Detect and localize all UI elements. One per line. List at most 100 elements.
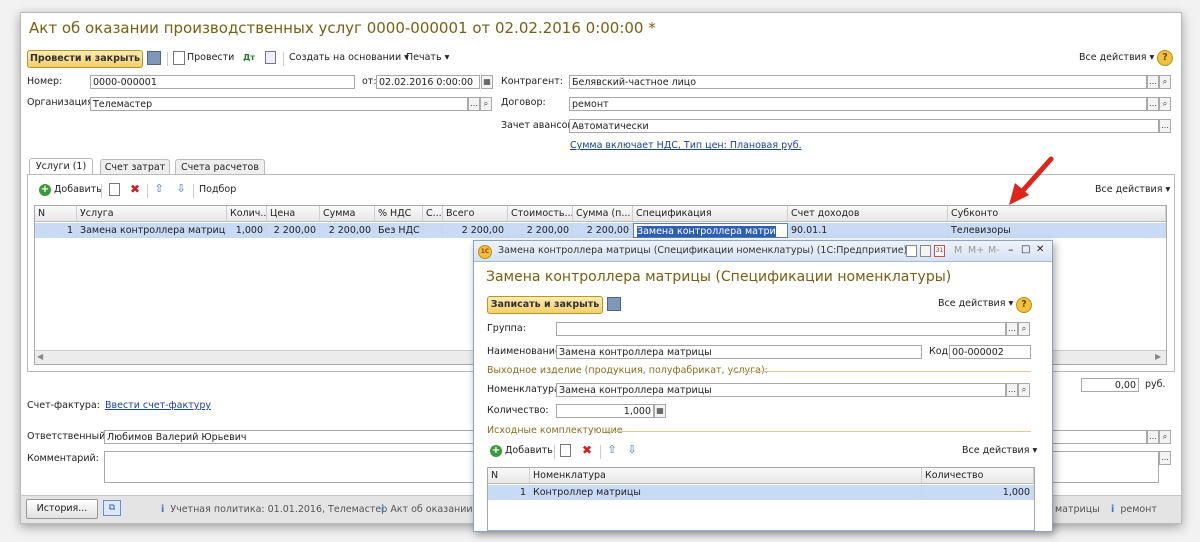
- nomenclature-open-icon[interactable]: ⌕: [1018, 383, 1030, 397]
- add-icon[interactable]: +: [490, 445, 502, 457]
- grid-toolbar-separator: [554, 445, 555, 459]
- create-based-on-menu[interactable]: Создать на основании ▾: [289, 50, 409, 66]
- column-header[interactable]: Субконто: [948, 206, 1166, 222]
- calculator-button-icon[interactable]: ▦: [654, 404, 666, 418]
- windows-icon[interactable]: ⧉: [103, 500, 121, 516]
- report-icon[interactable]: [265, 51, 276, 64]
- post-document-icon[interactable]: [173, 51, 185, 65]
- counterparty-field[interactable]: Белявский-частное лицо: [569, 75, 1147, 89]
- counterparty-open-icon[interactable]: ⌕: [1159, 75, 1171, 89]
- counterparty-label: Контрагент:: [501, 76, 563, 87]
- group-open-icon[interactable]: ⌕: [1018, 322, 1030, 336]
- table-row[interactable]: 1 Контроллер матрицы 1,000: [488, 485, 1034, 500]
- column-header[interactable]: Всего: [443, 206, 508, 222]
- tab-settlement-accounts[interactable]: Счета расчетов: [175, 159, 265, 175]
- responsible-open-icon[interactable]: ⌕: [1159, 430, 1171, 444]
- contract-field[interactable]: ремонт: [569, 97, 1147, 111]
- contract-select-icon[interactable]: …: [1147, 97, 1159, 111]
- help-icon[interactable]: ?: [1157, 50, 1173, 66]
- maximize-icon[interactable]: □: [1021, 242, 1030, 258]
- scroll-right-icon[interactable]: ▶: [1155, 352, 1161, 361]
- column-header[interactable]: Услуга: [77, 206, 227, 222]
- column-header[interactable]: N: [35, 206, 77, 222]
- memory-button[interactable]: M: [954, 243, 962, 259]
- minimize-icon[interactable]: –: [1008, 242, 1014, 258]
- column-header[interactable]: Цена: [267, 206, 320, 222]
- column-header[interactable]: Счет доходов: [788, 206, 948, 222]
- calendar-icon[interactable]: ▦: [481, 75, 493, 89]
- add-row-button[interactable]: Добавить: [54, 182, 102, 198]
- tab-cost-account[interactable]: Счет затрат: [100, 159, 170, 175]
- group-field[interactable]: [556, 322, 1006, 336]
- column-header[interactable]: Стоимость...: [508, 206, 573, 222]
- post-and-close-button[interactable]: Провести и закрыть: [27, 50, 143, 68]
- move-up-icon[interactable]: ⇧: [606, 442, 618, 458]
- column-header[interactable]: % НДС: [375, 206, 423, 222]
- dialog-grid-all-actions-menu[interactable]: Все действия ▾: [962, 443, 1037, 459]
- quantity-field[interactable]: 1,000: [556, 404, 654, 418]
- vat-settings-link[interactable]: Сумма включает НДС, Тип цен: Плановая ру…: [570, 138, 802, 154]
- post-button[interactable]: Провести: [187, 50, 234, 66]
- save-icon[interactable]: [147, 51, 161, 65]
- grid-all-actions-menu[interactable]: Все действия ▾: [1095, 182, 1170, 198]
- code-field[interactable]: 00-000002: [949, 345, 1031, 359]
- dialog-all-actions-menu[interactable]: Все действия ▾: [938, 296, 1013, 312]
- favorites-icon[interactable]: [906, 245, 917, 257]
- number-field[interactable]: 0000-000001: [90, 75, 355, 89]
- organization-field[interactable]: Телемастер: [90, 97, 468, 111]
- nomenclature-field[interactable]: Замена контроллера матрицы: [556, 383, 1006, 397]
- delete-row-icon[interactable]: ✖: [581, 442, 593, 458]
- move-down-icon[interactable]: ⇩: [175, 181, 187, 197]
- column-header[interactable]: N: [488, 468, 530, 484]
- organization-open-icon[interactable]: ⌕: [480, 97, 492, 111]
- organization-select-icon[interactable]: …: [468, 97, 480, 111]
- all-actions-menu[interactable]: Все действия ▾: [1079, 50, 1154, 66]
- save-icon[interactable]: [607, 297, 621, 311]
- counterparty-select-icon[interactable]: …: [1147, 75, 1159, 89]
- column-header[interactable]: Колич...: [227, 206, 267, 222]
- copy-row-icon[interactable]: [560, 444, 571, 457]
- column-header[interactable]: Сумма (п...: [573, 206, 633, 222]
- memory-plus-button[interactable]: M+: [968, 243, 984, 259]
- column-header[interactable]: Сумма: [320, 206, 375, 222]
- add-icon[interactable]: +: [39, 184, 51, 196]
- help-icon[interactable]: ?: [1016, 297, 1032, 313]
- calculator-icon[interactable]: [920, 245, 931, 257]
- advance-offset-select-icon[interactable]: …: [1159, 119, 1171, 133]
- contract-open-icon[interactable]: ⌕: [1159, 97, 1171, 111]
- move-down-icon[interactable]: ⇩: [626, 442, 638, 458]
- column-header[interactable]: Спецификация: [633, 206, 788, 222]
- save-and-close-button[interactable]: Записать и закрыть: [487, 296, 603, 314]
- table-row[interactable]: 1 Замена контроллера матрицы 1,000 2 200…: [35, 223, 1166, 238]
- history-button[interactable]: История...: [26, 499, 98, 519]
- red-arrow-annotation: [1009, 156, 1054, 205]
- enter-invoice-link[interactable]: Ввести счет-фактуру: [105, 398, 211, 414]
- responsible-select-icon[interactable]: …: [1147, 430, 1159, 444]
- nomenclature-select-icon[interactable]: …: [1006, 383, 1018, 397]
- memory-minus-button[interactable]: M-: [988, 243, 1000, 259]
- status-act[interactable]: i Акт об оказании: [381, 499, 473, 521]
- copy-row-icon[interactable]: [109, 183, 120, 196]
- column-header[interactable]: Количество: [922, 468, 1034, 484]
- comment-select-icon[interactable]: …: [1159, 451, 1171, 465]
- column-header[interactable]: С...: [423, 206, 443, 222]
- debit-credit-icon[interactable]: Дт: [242, 50, 256, 66]
- close-icon[interactable]: ✕: [1036, 242, 1044, 258]
- dialog-grid-all-actions-label: Все действия: [962, 445, 1030, 456]
- column-header[interactable]: Номенклатура: [530, 468, 922, 484]
- move-up-icon[interactable]: ⇧: [153, 181, 165, 197]
- name-field[interactable]: Замена контроллера матрицы: [556, 345, 922, 359]
- selection-button[interactable]: Подбор: [199, 182, 236, 198]
- dialog-add-row-button[interactable]: Добавить: [505, 443, 553, 459]
- tab-services[interactable]: Услуги (1): [29, 158, 93, 175]
- group-select-icon[interactable]: …: [1006, 322, 1018, 336]
- delete-row-icon[interactable]: ✖: [129, 181, 141, 197]
- print-menu[interactable]: Печать ▾: [406, 50, 449, 66]
- status-remont[interactable]: i ремонт: [1111, 499, 1157, 521]
- specification-cell-editor[interactable]: Замена контроллера матри: [633, 223, 788, 238]
- date-field[interactable]: 02.02.2016 0:00:00: [376, 75, 480, 89]
- calendar-icon[interactable]: 31: [934, 245, 945, 257]
- scroll-left-icon[interactable]: ◀: [37, 352, 43, 361]
- status-policy[interactable]: i Учетная политика: 01.01.2016, Телемаст…: [161, 499, 387, 521]
- advance-offset-field[interactable]: Автоматически: [569, 119, 1159, 133]
